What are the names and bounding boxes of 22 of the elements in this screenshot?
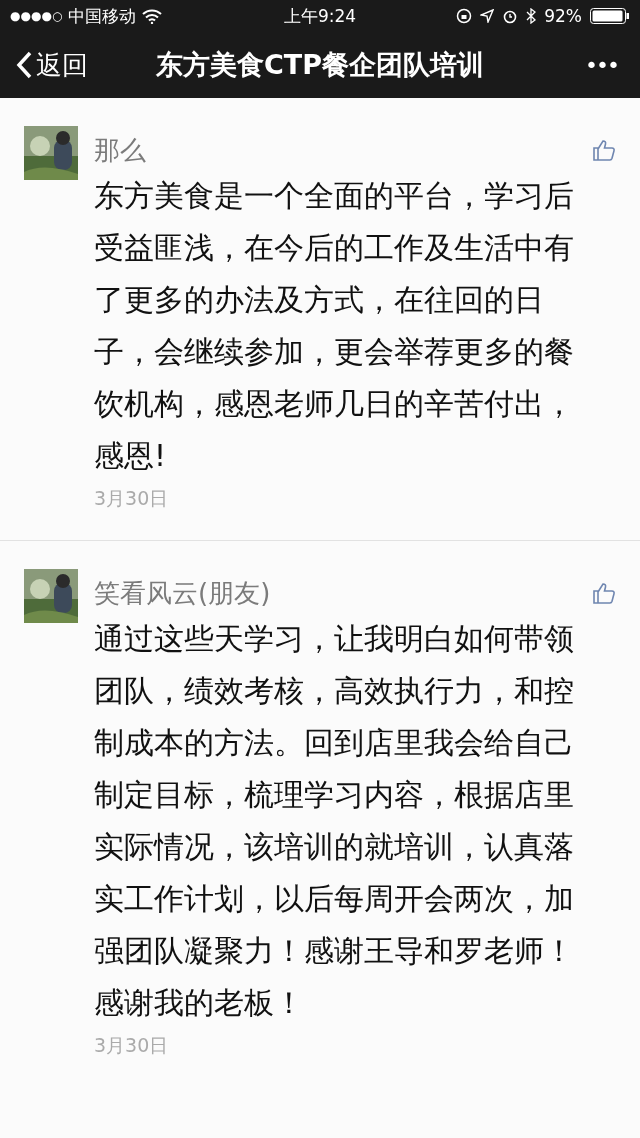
comment-text: 东方美食是一个全面的平台，学习后受益匪浅，在今后的工作及生活中有了更多的办法及方式，在往回的日子，会继续参加，更会举荐更多的餐饮机构，感恩老师几日的辛苦付出，感恩! <box>94 177 575 475</box>
thumbs-up-icon[interactable] <box>592 139 616 161</box>
comment-author: 那么 <box>94 133 146 167</box>
battery-icon <box>590 8 630 24</box>
comment-author: 笑看风云(朋友) <box>94 576 271 610</box>
chevron-left-icon <box>16 51 32 79</box>
comment-date: 3月30日 <box>94 486 170 511</box>
lock-rotation-icon <box>456 8 473 24</box>
comment-date: 3月30日 <box>94 1033 170 1058</box>
more-button[interactable]: ••• <box>579 51 624 79</box>
location-icon <box>480 9 495 23</box>
alarm-icon <box>502 8 519 24</box>
comment-text: 通过这些天学习，让我明白如何带领团队，绩效考核，高效执行力，和控制成本的方法。回到店里我会给自己制定目标，梳理学习内容，根据店里实际情况，该培训的就培训，认真落实工作计划，以后每周开会两次，加强团队凝聚力！感谢王导和罗老师！感谢我的老板！ <box>94 620 575 1022</box>
carrier-name: 中国移动 <box>68 4 137 28</box>
thumbs-up-icon[interactable] <box>592 582 616 604</box>
bluetooth-icon <box>526 8 537 24</box>
battery-percent: 92% <box>544 6 582 26</box>
signal-indicator: ●●●●○ <box>10 9 63 23</box>
wifi-icon <box>142 8 163 24</box>
page-title: 东方美食CTP餐企团队培训 <box>156 49 484 80</box>
back-button[interactable]: 返回 <box>16 47 88 83</box>
status-time: 上午9:24 <box>283 5 357 26</box>
